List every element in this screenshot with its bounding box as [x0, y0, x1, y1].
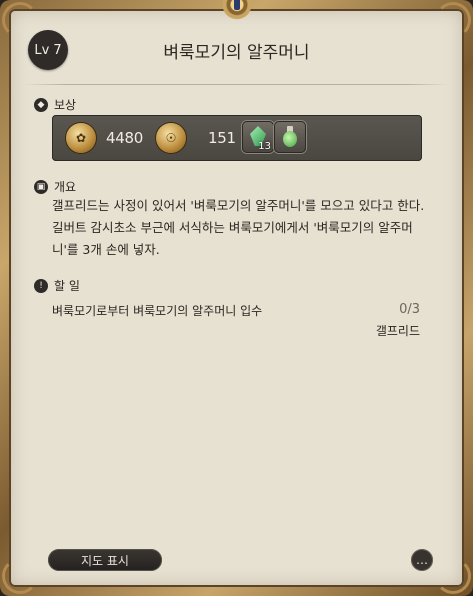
- gil-icon: ✿: [66, 123, 96, 153]
- quest-parchment: [9, 9, 464, 587]
- seals-amount: 151: [208, 129, 236, 147]
- quest-window-frame: [0, 0, 473, 596]
- exclamation-icon: !: [34, 278, 48, 293]
- todo-objective-row: 벼룩모기로부터 벼룩모기의 알주머니 입수 0/3: [52, 302, 420, 319]
- show-map-button[interactable]: 지도 표시: [48, 549, 162, 571]
- todo-objective: 벼룩모기로부터 벼룩모기의 알주머니 입수: [52, 304, 263, 318]
- todo-npc: 갤프리드: [375, 324, 420, 338]
- book-icon: ▣: [34, 179, 48, 194]
- todo-heading: 할 일: [54, 279, 80, 293]
- gil-amount: 4480: [106, 129, 143, 147]
- reward-item-slot-crystal[interactable]: 13: [242, 121, 274, 153]
- todo-progress: 0/3: [399, 302, 420, 317]
- summary-section-header: ▣ 개요: [34, 178, 76, 195]
- reward-item-slot-potion[interactable]: [274, 121, 306, 153]
- corner-ornament-top-left: [2, 2, 38, 38]
- item-count: 13: [258, 141, 271, 152]
- corner-ornament-bottom-right: [435, 558, 471, 594]
- summary-heading: 개요: [54, 180, 77, 194]
- reward-bar: ✿ 4480 ☉ 151 13: [52, 115, 422, 161]
- todo-section-header: ! 할 일: [34, 277, 80, 294]
- gil-reward[interactable]: ✿ 4480: [66, 123, 143, 153]
- company-seal-icon: ☉: [156, 123, 186, 153]
- speech-bubble-icon[interactable]: …: [411, 549, 433, 571]
- corner-ornament-top-right: [435, 2, 471, 38]
- title-divider: [24, 84, 449, 85]
- corner-ornament-bottom-left: [2, 558, 38, 594]
- reward-section-header: ◆ 보상: [34, 96, 76, 113]
- quest-title: 벼룩모기의 알주머니: [163, 43, 310, 63]
- summary-text: 갤프리드는 사정이 있어서 '벼룩모기의 알주머니'를 모으고 있다고 한다. …: [52, 198, 425, 257]
- potion-icon: [283, 131, 297, 147]
- seals-reward[interactable]: ☉ 151: [156, 123, 236, 153]
- reward-heading: 보상: [54, 98, 77, 112]
- quest-marker-icon: [215, 0, 259, 20]
- reward-icon: ◆: [34, 97, 48, 112]
